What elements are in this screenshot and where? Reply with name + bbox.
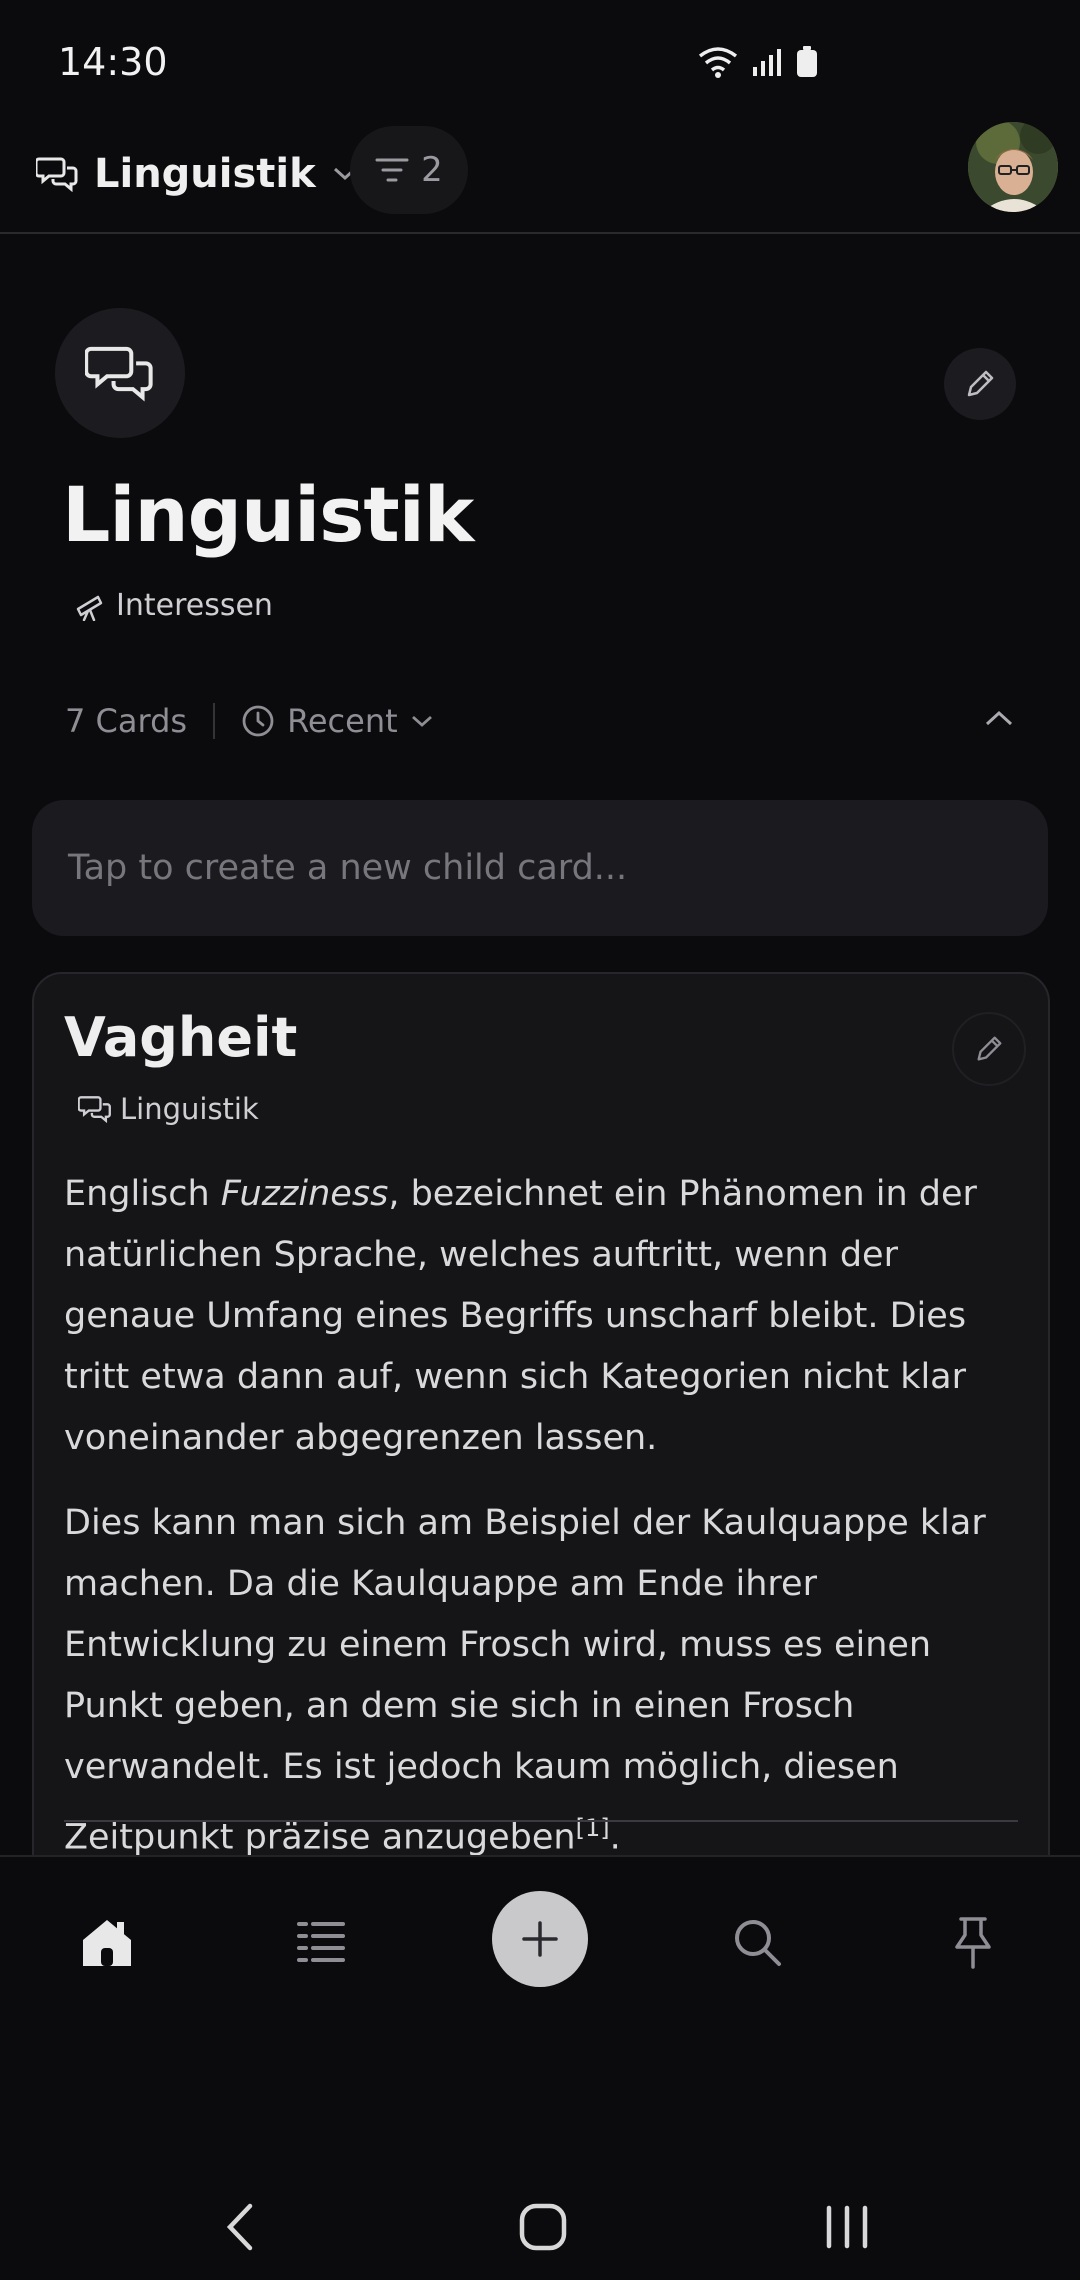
card-item[interactable]: Vagheit Linguistik Englisch Fuzziness, b… [32,972,1050,1976]
recents-icon[interactable] [824,2202,870,2252]
parent-tag[interactable]: Interessen [74,588,273,623]
card-text: , bezeichnet ein Phänomen in der natürli… [64,1174,977,1458]
list-icon [297,1922,345,1962]
chevron-down-icon [411,715,432,727]
card-text: Dies kann man sich am Beispiel der Kaulq… [64,1503,986,1858]
divider [64,1820,1018,1822]
add-button[interactable] [492,1891,588,1987]
card-text: Englisch [64,1174,221,1214]
card-tag[interactable]: Linguistik [78,1092,259,1126]
avatar-image [968,122,1058,212]
sort-button[interactable]: Recent [241,702,434,740]
edit-collection-button[interactable] [944,348,1016,420]
new-child-card-placeholder: Tap to create a new child card... [68,848,628,888]
avatar[interactable] [968,122,1058,212]
pencil-icon [977,1036,1002,1061]
system-navigation-bar [0,2160,1080,2280]
back-icon[interactable] [222,2202,258,2252]
wifi-icon [698,47,738,78]
nav-cards[interactable] [286,1907,356,1977]
nav-search[interactable] [722,1907,792,1977]
chat-bubbles-icon [85,346,153,402]
card-emphasis: Fuzziness [220,1174,389,1214]
pin-icon [955,1917,991,1969]
status-time: 14:30 [58,40,168,84]
page-title: Linguistik [62,470,474,559]
footnote-link[interactable]: [1] [576,1814,610,1842]
new-child-card-input[interactable]: Tap to create a new child card... [32,800,1048,936]
home-button-icon[interactable] [518,2202,568,2252]
battery-icon [797,46,817,77]
filter-icon [375,158,409,182]
telescope-icon [76,595,103,621]
top-app-bar: Linguistik 2 [0,120,1080,234]
sort-label: Recent [287,702,398,740]
edit-card-button[interactable] [952,1012,1026,1086]
signal-icon [753,49,781,76]
parent-tag-label: Interessen [116,588,273,623]
clock-icon [242,705,274,737]
card-paragraph: Englisch Fuzziness, bezeichnet ein Phäno… [64,1164,1024,1469]
chat-bubbles-icon [78,1096,111,1123]
collection-icon [55,308,185,438]
home-icon [83,1920,131,1966]
card-tag-label: Linguistik [120,1092,259,1126]
card-title: Vagheit [64,1006,298,1069]
plus-icon [522,1921,558,1957]
collection-title: Linguistik [94,151,316,197]
divider [213,703,216,739]
nav-pinned[interactable] [938,1907,1008,1977]
filter-count: 2 [421,150,443,190]
search-icon [735,1920,781,1966]
card-text: . [609,1817,621,1858]
nav-home[interactable] [72,1907,142,1977]
collection-switcher[interactable]: Linguistik [36,144,358,204]
status-bar: 14:30 [0,0,1080,120]
card-list-toolbar: 7 Cards Recent [65,696,1015,746]
card-paragraph: Dies kann man sich am Beispiel der Kaulq… [64,1493,1024,1869]
collapse-button[interactable] [983,700,1015,738]
chat-bubbles-icon [36,157,78,192]
card-count: 7 Cards [65,702,188,740]
card-body: Englisch Fuzziness, bezeichnet ein Phäno… [64,1164,1024,1893]
pencil-icon [967,370,994,397]
filter-button[interactable]: 2 [350,126,468,214]
bottom-navigation [0,1855,1080,2017]
status-icons [698,46,818,78]
chevron-up-icon [985,710,1013,726]
